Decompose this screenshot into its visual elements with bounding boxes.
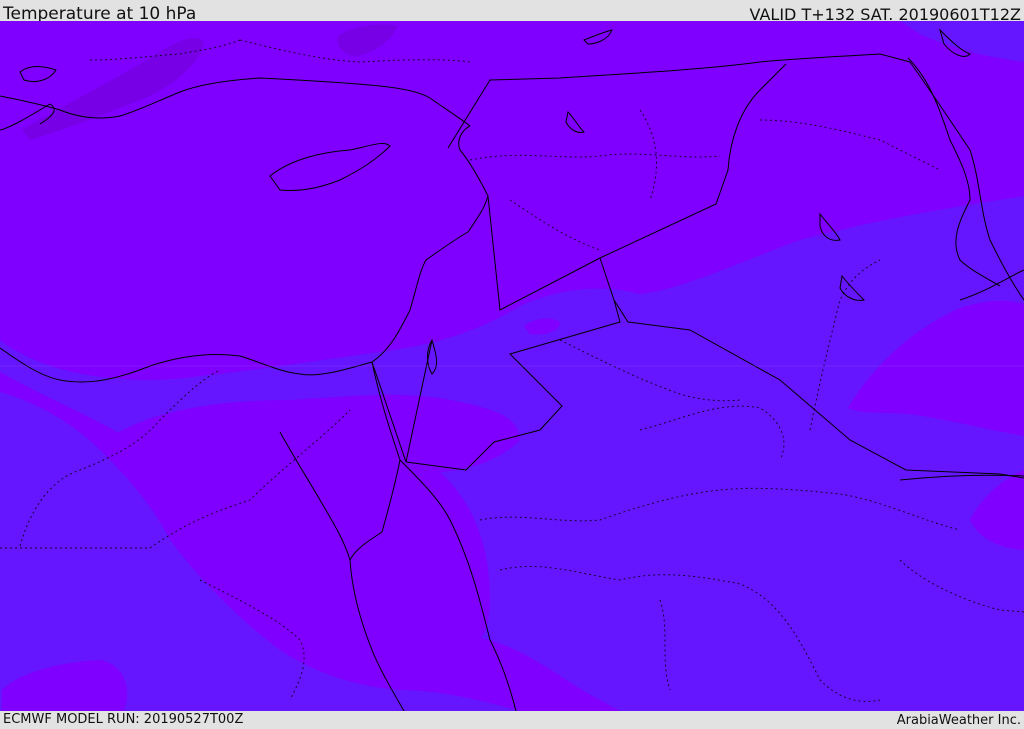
map-frame: Temperature at 10 hPa VALID T+132 SAT. 2… bbox=[0, 0, 1024, 729]
footer-bar: ECMWF MODEL RUN: 20190527T00Z ArabiaWeat… bbox=[0, 711, 1024, 729]
header-bar: Temperature at 10 hPa VALID T+132 SAT. 2… bbox=[0, 0, 1024, 24]
temperature-map[interactable] bbox=[0, 21, 1024, 711]
credit-label: ArabiaWeather Inc. bbox=[896, 713, 1021, 728]
model-run-label: ECMWF MODEL RUN: 20190527T00Z bbox=[3, 712, 244, 727]
